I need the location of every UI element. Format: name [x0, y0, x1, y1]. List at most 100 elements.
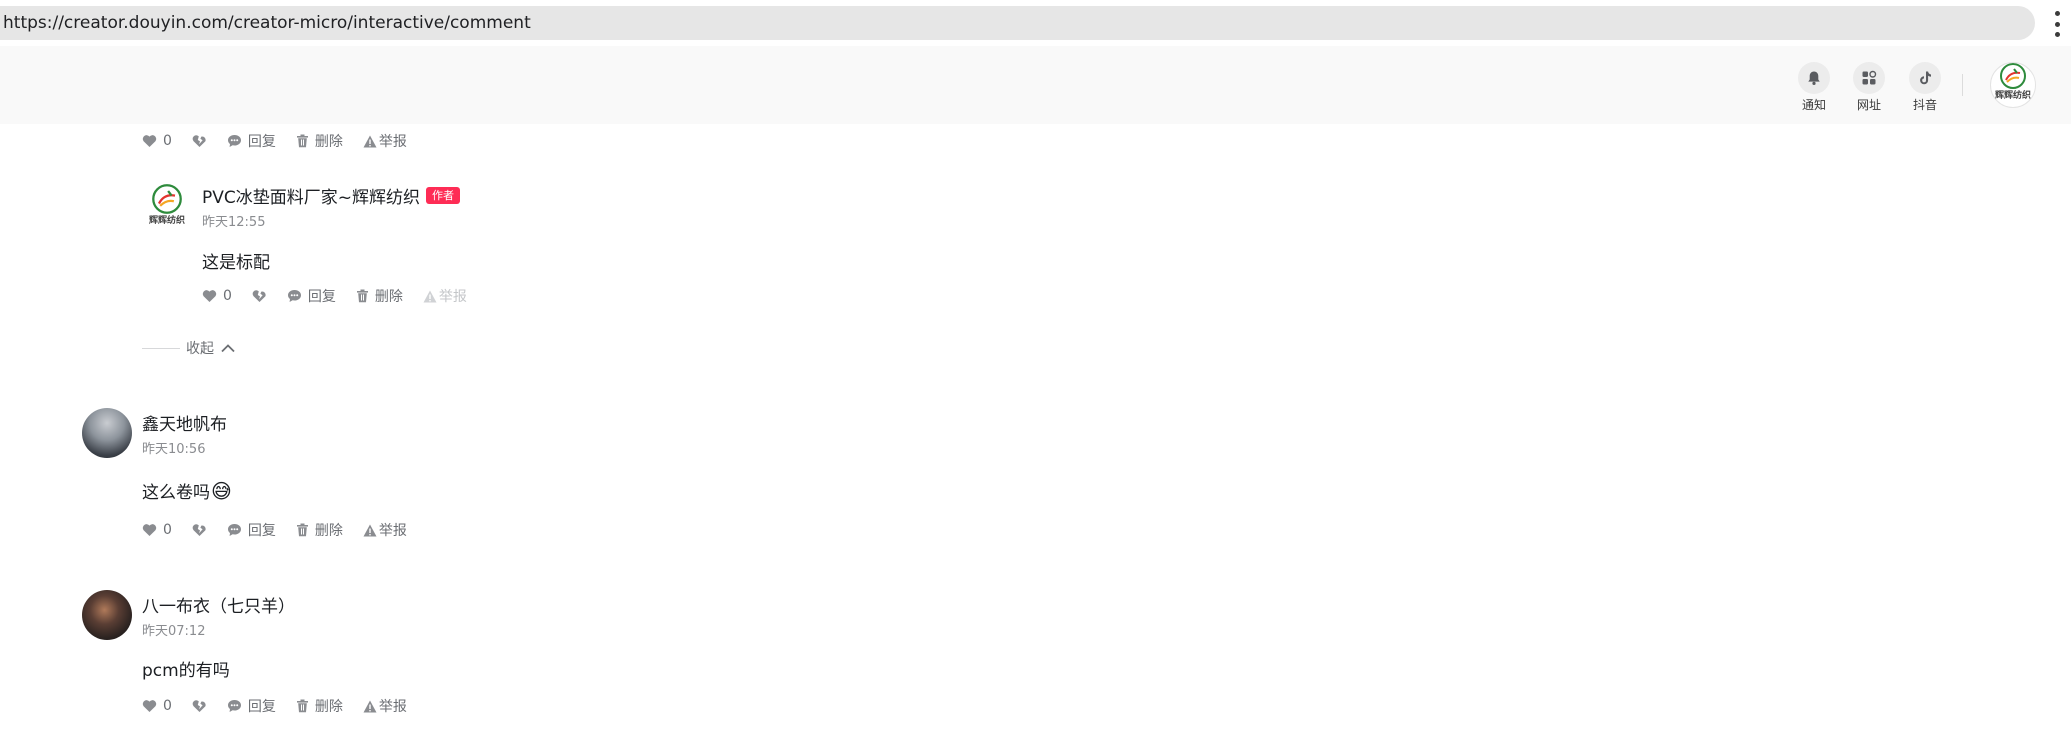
trash-icon [296, 523, 308, 537]
comment-bubble-icon [287, 290, 301, 302]
comment-body: 这么卷吗 [142, 483, 210, 503]
author-avatar[interactable]: 辉辉纺织 [146, 183, 188, 229]
comment-text: pcm的有吗 [142, 661, 230, 681]
report-button[interactable]: 举报 [363, 520, 407, 540]
broken-heart-icon [192, 524, 206, 536]
warning-icon [423, 290, 437, 302]
comment-bubble-icon [227, 135, 241, 147]
like-button[interactable]: 0 [202, 288, 232, 304]
comment-text: 这是标配 [202, 253, 270, 273]
report-label: 举报 [378, 699, 407, 715]
grid-icon [1853, 62, 1885, 94]
notifications-button[interactable]: 通知 [1786, 62, 1842, 114]
comment-text: 这么卷吗 😅 [142, 478, 232, 504]
sweat-smile-emoji-icon: 😅 [211, 478, 232, 503]
header-divider [1962, 74, 1963, 96]
delete-button[interactable]: 删除 [356, 286, 403, 306]
dislike-button[interactable] [252, 289, 267, 303]
broken-heart-icon [192, 700, 206, 712]
commenter-avatar[interactable] [82, 408, 132, 458]
brand-logo-icon [152, 184, 182, 214]
delete-label: 删除 [374, 289, 403, 305]
douyin-label: 抖音 [1912, 98, 1937, 112]
trash-icon [356, 289, 368, 303]
url-text: https://creator.douyin.com/creator-micro… [3, 13, 531, 33]
like-count: 0 [163, 698, 172, 714]
dislike-button[interactable] [192, 699, 207, 713]
report-label: 举报 [438, 289, 467, 305]
broken-heart-icon [252, 290, 266, 302]
user-avatar[interactable]: 辉辉纺织 [1990, 62, 2036, 108]
address-bar[interactable]: https://creator.douyin.com/creator-micro… [0, 6, 2035, 40]
warning-icon [363, 700, 377, 712]
delete-button[interactable]: 删除 [296, 131, 343, 151]
heart-icon [142, 700, 157, 712]
comment-bubble-icon [227, 700, 241, 712]
trash-icon [296, 134, 308, 148]
report-button: 举报 [423, 286, 467, 306]
notifications-label: 通知 [1801, 98, 1826, 112]
collapse-replies-button[interactable]: 收起 [142, 338, 236, 358]
commenter-avatar[interactable] [82, 590, 132, 640]
heart-icon [142, 135, 157, 147]
author-name: PVC冰垫面料厂家~辉辉纺织 [202, 188, 420, 208]
comment-actions: 0 回复 删除 举报 [142, 696, 427, 716]
author-name: 八一布衣（七只羊） [142, 597, 295, 617]
like-button[interactable]: 0 [142, 133, 172, 149]
brand-logo-icon: 辉辉纺织 [1992, 63, 2034, 107]
links-button[interactable]: 网址 [1841, 62, 1897, 114]
brand-logo-text: 辉辉纺织 [1994, 91, 2031, 101]
dislike-button[interactable] [192, 523, 207, 537]
reply-button[interactable]: 回复 [227, 131, 276, 151]
comment-bubble-icon [227, 524, 241, 536]
like-count: 0 [163, 133, 172, 149]
browser-menu-icon[interactable] [2052, 11, 2062, 37]
comment-list [32, 124, 2071, 732]
reply-button[interactable]: 回复 [227, 696, 276, 716]
reply-button[interactable]: 回复 [287, 286, 336, 306]
collapse-label: 收起 [186, 341, 214, 357]
reply-label: 回复 [247, 523, 276, 539]
delete-button[interactable]: 删除 [296, 696, 343, 716]
reply-label: 回复 [247, 134, 276, 150]
comment-author[interactable]: PVC冰垫面料厂家~辉辉纺织 作者 [202, 183, 460, 208]
delete-label: 删除 [314, 523, 343, 539]
browser-toolbar: https://creator.douyin.com/creator-micro… [0, 0, 2071, 46]
author-name: 鑫天地帆布 [142, 415, 227, 435]
like-count: 0 [223, 288, 232, 304]
comment-actions: 0 回复 删除 举报 [142, 520, 427, 540]
reply-label: 回复 [307, 289, 336, 305]
report-button[interactable]: 举报 [363, 131, 407, 151]
dislike-button[interactable] [192, 134, 207, 148]
comment-author[interactable]: 八一布衣（七只羊） [142, 592, 295, 617]
comment-time: 昨天12:55 [202, 215, 266, 230]
warning-icon [363, 524, 377, 536]
report-button[interactable]: 举报 [363, 696, 407, 716]
author-badge: 作者 [426, 187, 460, 204]
like-button[interactable]: 0 [142, 698, 172, 714]
comment-author[interactable]: 鑫天地帆布 [142, 410, 227, 435]
reply-button[interactable]: 回复 [227, 520, 276, 540]
comment-time: 昨天07:12 [142, 624, 206, 639]
like-count: 0 [163, 522, 172, 538]
comment-actions: 0 回复 删除 举报 [202, 286, 487, 306]
links-label: 网址 [1856, 98, 1881, 112]
delete-label: 删除 [314, 134, 343, 150]
like-button[interactable]: 0 [142, 522, 172, 538]
report-label: 举报 [378, 523, 407, 539]
comment-time: 昨天10:56 [142, 442, 206, 457]
chevron-up-icon [221, 344, 235, 353]
broken-heart-icon [192, 135, 206, 147]
tiktok-icon [1909, 62, 1941, 94]
trash-icon [296, 699, 308, 713]
app-header [0, 46, 2071, 124]
heart-icon [142, 524, 157, 536]
warning-icon [363, 135, 377, 147]
delete-label: 删除 [314, 699, 343, 715]
douyin-button[interactable]: 抖音 [1897, 62, 1953, 114]
report-label: 举报 [378, 134, 407, 150]
divider-line [142, 347, 180, 349]
delete-button[interactable]: 删除 [296, 520, 343, 540]
comment-actions: 0 回复 删除 举报 [142, 131, 427, 151]
brand-logo-text: 辉辉纺织 [148, 216, 185, 226]
